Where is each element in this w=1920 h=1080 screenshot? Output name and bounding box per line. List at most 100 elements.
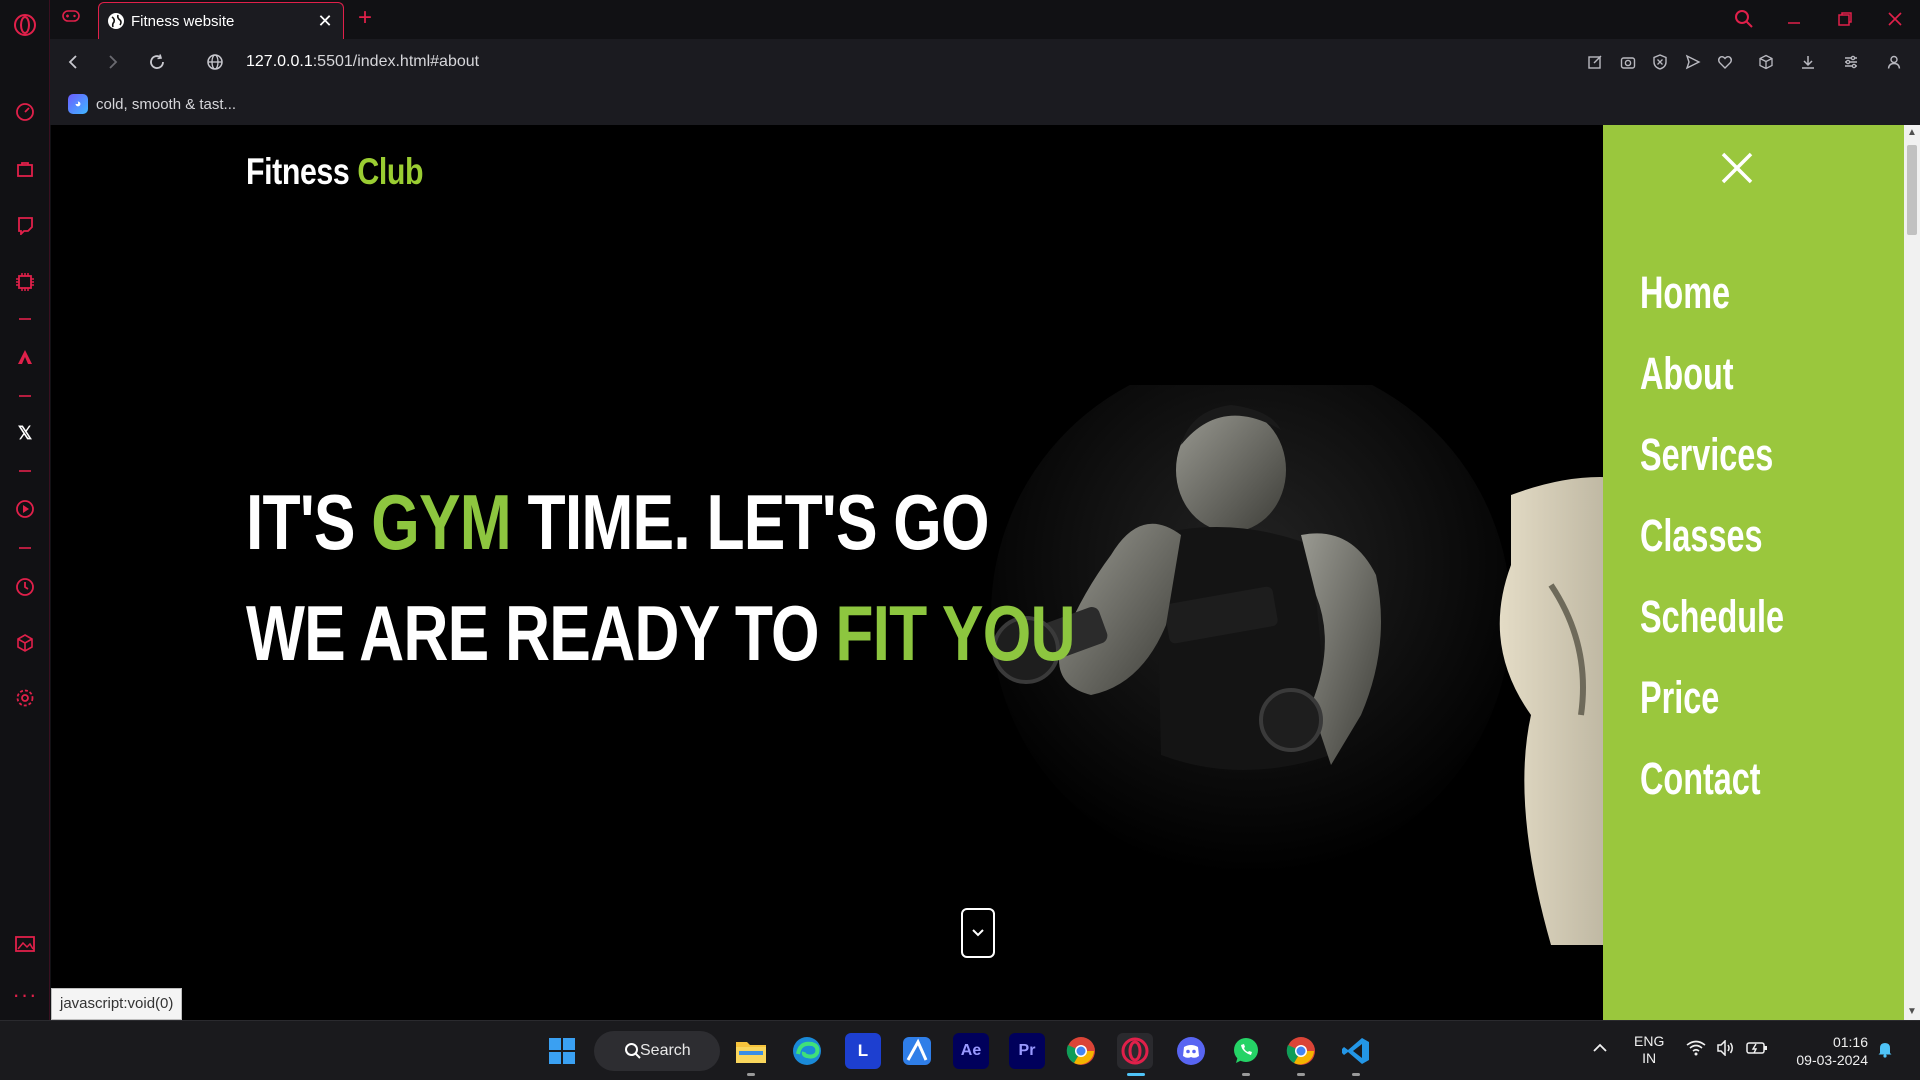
edge-browser-icon[interactable] — [789, 1033, 825, 1069]
nav-item-about[interactable]: About — [1640, 348, 1734, 400]
close-menu-icon[interactable] — [1719, 150, 1755, 186]
taskbar-search[interactable]: Search — [594, 1031, 720, 1071]
running-indicator — [747, 1073, 755, 1076]
nav-item-schedule[interactable]: Schedule — [1640, 591, 1784, 643]
minimize-button[interactable] — [1777, 6, 1811, 32]
store-icon[interactable] — [13, 157, 37, 181]
app-l-icon[interactable]: L — [845, 1033, 881, 1069]
running-indicator — [1297, 1073, 1305, 1076]
chevron-down-icon — [972, 929, 984, 937]
settings-gear-icon[interactable] — [13, 686, 37, 710]
running-indicator — [1242, 1073, 1250, 1076]
nav-item-price[interactable]: Price — [1640, 672, 1719, 724]
search-icon — [625, 1043, 641, 1059]
wifi-icon[interactable] — [1686, 1040, 1706, 1059]
hardware-monitor-icon[interactable] — [13, 270, 37, 294]
speed-dial-icon[interactable] — [13, 100, 37, 124]
nav-item-contact[interactable]: Contact — [1640, 753, 1761, 805]
web-page: Fitness Club IT'S GYM TIME. LET'S GO WE … — [51, 125, 1904, 1020]
ad-blocker-icon[interactable] — [1649, 51, 1671, 73]
status-bar-link: javascript:void(0) — [51, 988, 183, 1020]
hero-accent-text: GYM — [371, 478, 512, 566]
premiere-pro-icon[interactable]: Pr — [1009, 1033, 1045, 1069]
profile-icon[interactable] — [1883, 51, 1905, 73]
more-options-icon[interactable]: ··· — [13, 982, 37, 1007]
hero-text: WE ARE READY TO — [246, 589, 820, 677]
tab-close-icon[interactable]: ✕ — [315, 11, 335, 31]
logo-accent-text: Club — [357, 151, 424, 192]
twitch-icon[interactable] — [13, 213, 37, 237]
clock-date: 09-03-2024 — [1796, 1052, 1868, 1068]
easy-setup-sliders-icon[interactable] — [1840, 51, 1862, 73]
discord-icon[interactable] — [1173, 1033, 1209, 1069]
history-icon[interactable] — [13, 575, 37, 599]
aria-icon[interactable] — [13, 345, 37, 369]
site-logo[interactable]: Fitness Club — [246, 151, 424, 193]
back-button[interactable] — [60, 49, 86, 75]
battery-icon[interactable] — [1746, 1040, 1768, 1059]
wallpaper-icon[interactable] — [13, 932, 37, 956]
address-bar: 127.0.0.1:5501/index.html#about — [50, 39, 1920, 85]
player-icon[interactable] — [13, 497, 37, 521]
notification-bell-icon[interactable] — [1876, 1040, 1894, 1061]
url-field[interactable]: 127.0.0.1:5501/index.html#about — [246, 53, 479, 71]
opera-gx-taskbar-icon[interactable] — [1117, 1033, 1153, 1069]
chrome-profile-icon[interactable] — [1283, 1033, 1319, 1069]
bookmark-label: cold, smooth & tast... — [96, 95, 237, 113]
whatsapp-icon[interactable] — [1228, 1033, 1264, 1069]
tab-bar: Fitness website ✕ + — [50, 0, 1920, 39]
bookmark-item[interactable]: ◕ cold, smooth & tast... — [68, 94, 236, 114]
file-explorer-icon[interactable] — [733, 1033, 769, 1069]
page-scrollbar[interactable]: ▲ ▼ — [1904, 125, 1920, 1020]
tab-fitness-website[interactable]: Fitness website ✕ — [98, 2, 344, 39]
bookmarks-bar: ◕ cold, smooth & tast... — [50, 85, 1920, 125]
affinity-app-icon[interactable] — [899, 1033, 935, 1069]
extensions-cube-icon[interactable] — [13, 631, 37, 655]
nav-item-classes[interactable]: Classes — [1640, 510, 1763, 562]
clock[interactable]: 01:16 09-03-2024 — [1784, 1033, 1868, 1069]
scroll-down-arrow-icon[interactable]: ▼ — [1904, 1004, 1920, 1020]
snapshot-camera-icon[interactable] — [1617, 51, 1639, 73]
sidebar-divider — [19, 547, 31, 549]
close-window-button[interactable] — [1878, 6, 1912, 32]
new-tab-button[interactable]: + — [352, 4, 378, 34]
nav-item-home[interactable]: Home — [1640, 267, 1730, 319]
windows-start-icon[interactable] — [544, 1033, 580, 1069]
search-tabs-icon[interactable] — [1727, 6, 1761, 32]
side-nav-menu: Home About Services Classes Schedule Pri… — [1603, 125, 1904, 1020]
tab-title: Fitness website — [131, 12, 235, 30]
x-twitter-icon[interactable]: 𝕏 — [13, 421, 37, 445]
vscode-icon[interactable] — [1338, 1033, 1374, 1069]
tray-overflow-chevron-icon[interactable] — [1592, 1041, 1608, 1057]
volume-icon[interactable] — [1716, 1039, 1736, 1059]
gamepad-icon[interactable] — [62, 9, 80, 26]
scroll-down-button[interactable] — [961, 908, 995, 958]
sidebar-divider — [19, 395, 31, 397]
chrome-icon[interactable] — [1063, 1033, 1099, 1069]
reload-button[interactable] — [144, 49, 170, 75]
nav-item-services[interactable]: Services — [1640, 429, 1773, 481]
language-indicator[interactable]: ENG IN — [1634, 1033, 1664, 1067]
restore-button[interactable] — [1828, 6, 1862, 32]
scrollbar-thumb[interactable] — [1907, 145, 1917, 235]
easy-setup-icon[interactable] — [1584, 51, 1606, 73]
forward-button[interactable] — [100, 49, 126, 75]
hero-heading-line-2: WE ARE READY TO FIT YOU — [246, 588, 1076, 679]
after-effects-icon[interactable]: Ae — [953, 1033, 989, 1069]
site-info-globe-icon[interactable] — [202, 49, 228, 75]
hero-accent-text: FIT YOU — [835, 589, 1075, 677]
search-label: Search — [640, 1042, 691, 1059]
extensions-cube-icon[interactable] — [1755, 51, 1777, 73]
url-host: 127.0.0.1 — [246, 53, 313, 70]
url-path: :5501/index.html#about — [312, 53, 480, 70]
opera-logo-icon[interactable] — [13, 13, 37, 37]
taskbar: Search L Ae Pr ENG IN 01:16 09-03-2024 — [0, 1020, 1920, 1080]
region-code: IN — [1642, 1050, 1657, 1066]
downloads-icon[interactable] — [1797, 51, 1819, 73]
running-indicator — [1352, 1073, 1360, 1076]
scroll-up-arrow-icon[interactable]: ▲ — [1904, 125, 1920, 141]
bookmark-heart-icon[interactable] — [1714, 51, 1736, 73]
send-flow-icon[interactable] — [1682, 51, 1704, 73]
hero-heading-line-1: IT'S GYM TIME. LET'S GO — [246, 477, 990, 568]
language-code: ENG — [1634, 1033, 1665, 1049]
